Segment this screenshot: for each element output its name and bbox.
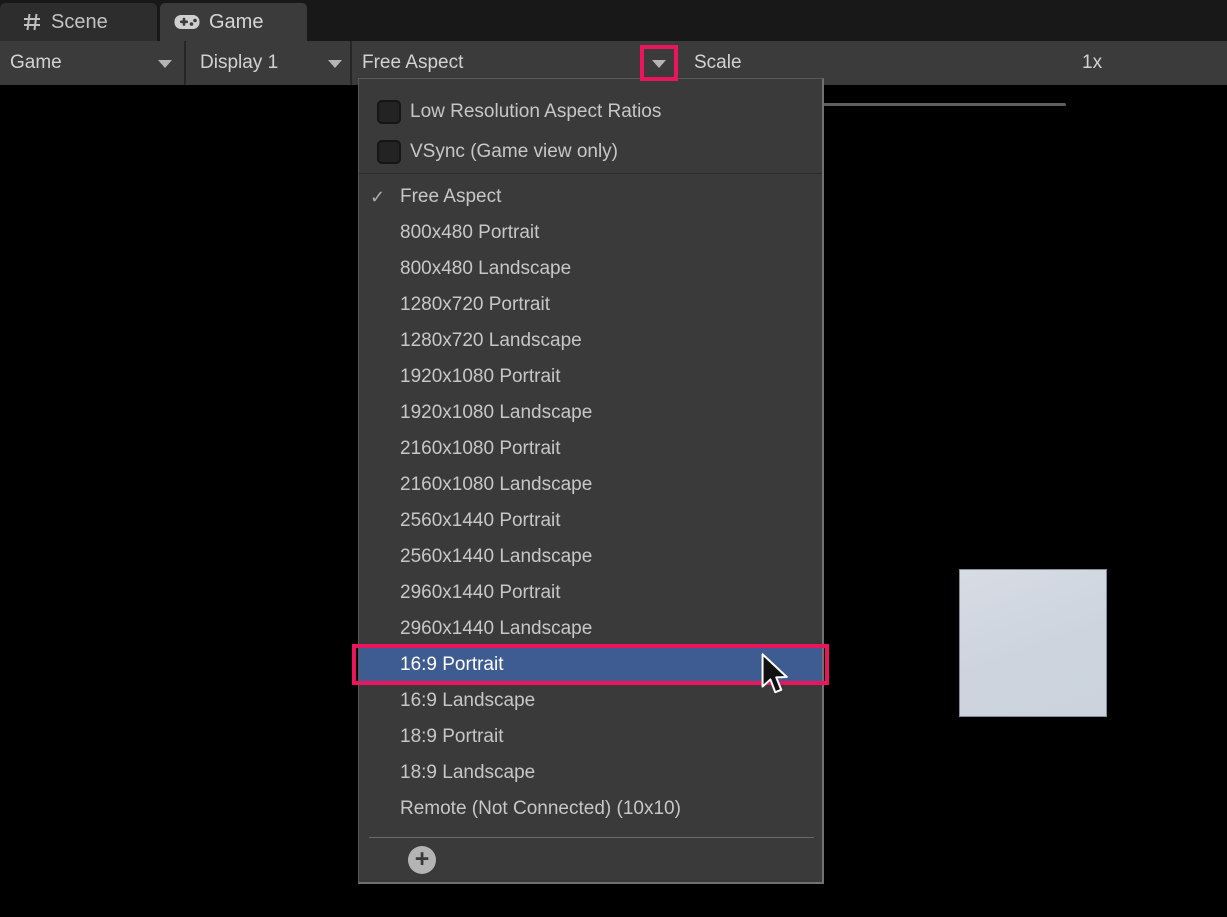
tab-game[interactable]: Game xyxy=(160,3,307,41)
scale-value: 1x xyxy=(1082,41,1102,85)
tab-scene[interactable]: Scene xyxy=(0,3,157,41)
menu-item-label: 18:9 Landscape xyxy=(400,762,536,783)
menu-item-label: 2560x1440 Landscape xyxy=(400,546,593,567)
scale-value-text: 1x xyxy=(1082,52,1103,73)
menu-item-label: 18:9 Portrait xyxy=(400,726,504,747)
annotation-box-16-9-portrait xyxy=(352,644,829,685)
menu-item-label: 2560x1440 Portrait xyxy=(400,510,561,531)
game-menu-dropdown[interactable]: Game xyxy=(10,41,62,85)
tab-game-label: Game xyxy=(209,10,264,33)
mouse-cursor xyxy=(760,653,790,704)
scale-label-text: Scale xyxy=(694,52,742,73)
menu-item-2160x1080-portrait[interactable]: 2160x1080 Portrait xyxy=(359,431,822,467)
plus-circle-icon[interactable]: + xyxy=(408,846,436,874)
checkbox-icon[interactable] xyxy=(377,100,401,124)
menu-item-1920x1080-portrait[interactable]: 1920x1080 Portrait xyxy=(359,359,822,395)
menu-item-2960x1440-landscape[interactable]: 2960x1440 Landscape xyxy=(359,611,822,647)
menu-item-label: 1280x720 Portrait xyxy=(400,294,550,315)
menu-item-2560x1440-landscape[interactable]: 2560x1440 Landscape xyxy=(359,539,822,575)
game-menu-label: Game xyxy=(10,52,62,73)
menu-item-16-9-landscape[interactable]: 16:9 Landscape xyxy=(359,683,822,719)
gamepad-icon xyxy=(174,13,200,31)
menu-item-label: 1920x1080 Landscape xyxy=(400,402,593,423)
add-aspect-row: + xyxy=(359,838,822,882)
menu-item-800x480-landscape[interactable]: 800x480 Landscape xyxy=(359,251,822,287)
menu-item-2560x1440-portrait[interactable]: 2560x1440 Portrait xyxy=(359,503,822,539)
tab-bar: Scene Game xyxy=(0,0,1227,41)
display-dropdown-label: Display 1 xyxy=(200,52,279,73)
menu-item-label: 2160x1080 Landscape xyxy=(400,474,593,495)
menu-item-label: 800x480 Landscape xyxy=(400,258,572,279)
menu-item-18-9-portrait[interactable]: 18:9 Portrait xyxy=(359,719,822,755)
menu-item-1920x1080-landscape[interactable]: 1920x1080 Landscape xyxy=(359,395,822,431)
menu-item-label: 1280x720 Landscape xyxy=(400,330,582,351)
menu-item-label: 2960x1440 Landscape xyxy=(400,618,593,639)
menu-item-800x480-portrait[interactable]: 800x480 Portrait xyxy=(359,215,822,251)
checkbox-label: VSync (Game view only) xyxy=(410,141,619,162)
menu-separator xyxy=(359,173,822,174)
menu-checkbox-low-res[interactable]: Low Resolution Aspect Ratios xyxy=(359,92,822,132)
checkbox-icon[interactable] xyxy=(377,140,401,164)
menu-item-1280x720-portrait[interactable]: 1280x720 Portrait xyxy=(359,287,822,323)
aspect-ratio-menu: Low Resolution Aspect Ratios VSync (Game… xyxy=(358,78,824,884)
display-dropdown[interactable]: Display 1 xyxy=(200,41,278,85)
checkbox-label: Low Resolution Aspect Ratios xyxy=(410,101,662,122)
menu-item-label: Free Aspect xyxy=(400,186,502,207)
menu-item-1280x720-landscape[interactable]: 1280x720 Landscape xyxy=(359,323,822,359)
menu-item-free-aspect[interactable]: ✓ Free Aspect xyxy=(359,179,822,215)
chevron-down-icon[interactable] xyxy=(328,60,342,68)
tab-scene-label: Scene xyxy=(51,10,108,33)
menu-item-label: 2960x1440 Portrait xyxy=(400,582,561,603)
toolbar-separator xyxy=(184,41,186,85)
annotation-box-dropdown-arrow xyxy=(640,45,678,81)
grid-icon xyxy=(22,12,42,32)
menu-item-18-9-landscape[interactable]: 18:9 Landscape xyxy=(359,755,822,791)
menu-checkbox-vsync[interactable]: VSync (Game view only) xyxy=(359,132,822,172)
aspect-ratio-dropdown-label: Free Aspect xyxy=(362,52,464,73)
checkmark-icon: ✓ xyxy=(370,187,386,207)
menu-item-remote[interactable]: Remote (Not Connected) (10x10) xyxy=(359,791,822,827)
menu-item-2160x1080-landscape[interactable]: 2160x1080 Landscape xyxy=(359,467,822,503)
game-view-sprite xyxy=(959,569,1107,717)
menu-item-label: 2160x1080 Portrait xyxy=(400,438,561,459)
chevron-down-icon[interactable] xyxy=(158,60,172,68)
toolbar-separator xyxy=(350,41,352,85)
menu-item-label: 800x480 Portrait xyxy=(400,222,540,243)
menu-item-label: 1920x1080 Portrait xyxy=(400,366,561,387)
menu-item-label: Remote (Not Connected) (10x10) xyxy=(400,798,681,819)
menu-item-2960x1440-portrait[interactable]: 2960x1440 Portrait xyxy=(359,575,822,611)
menu-item-label: 16:9 Landscape xyxy=(400,690,536,711)
